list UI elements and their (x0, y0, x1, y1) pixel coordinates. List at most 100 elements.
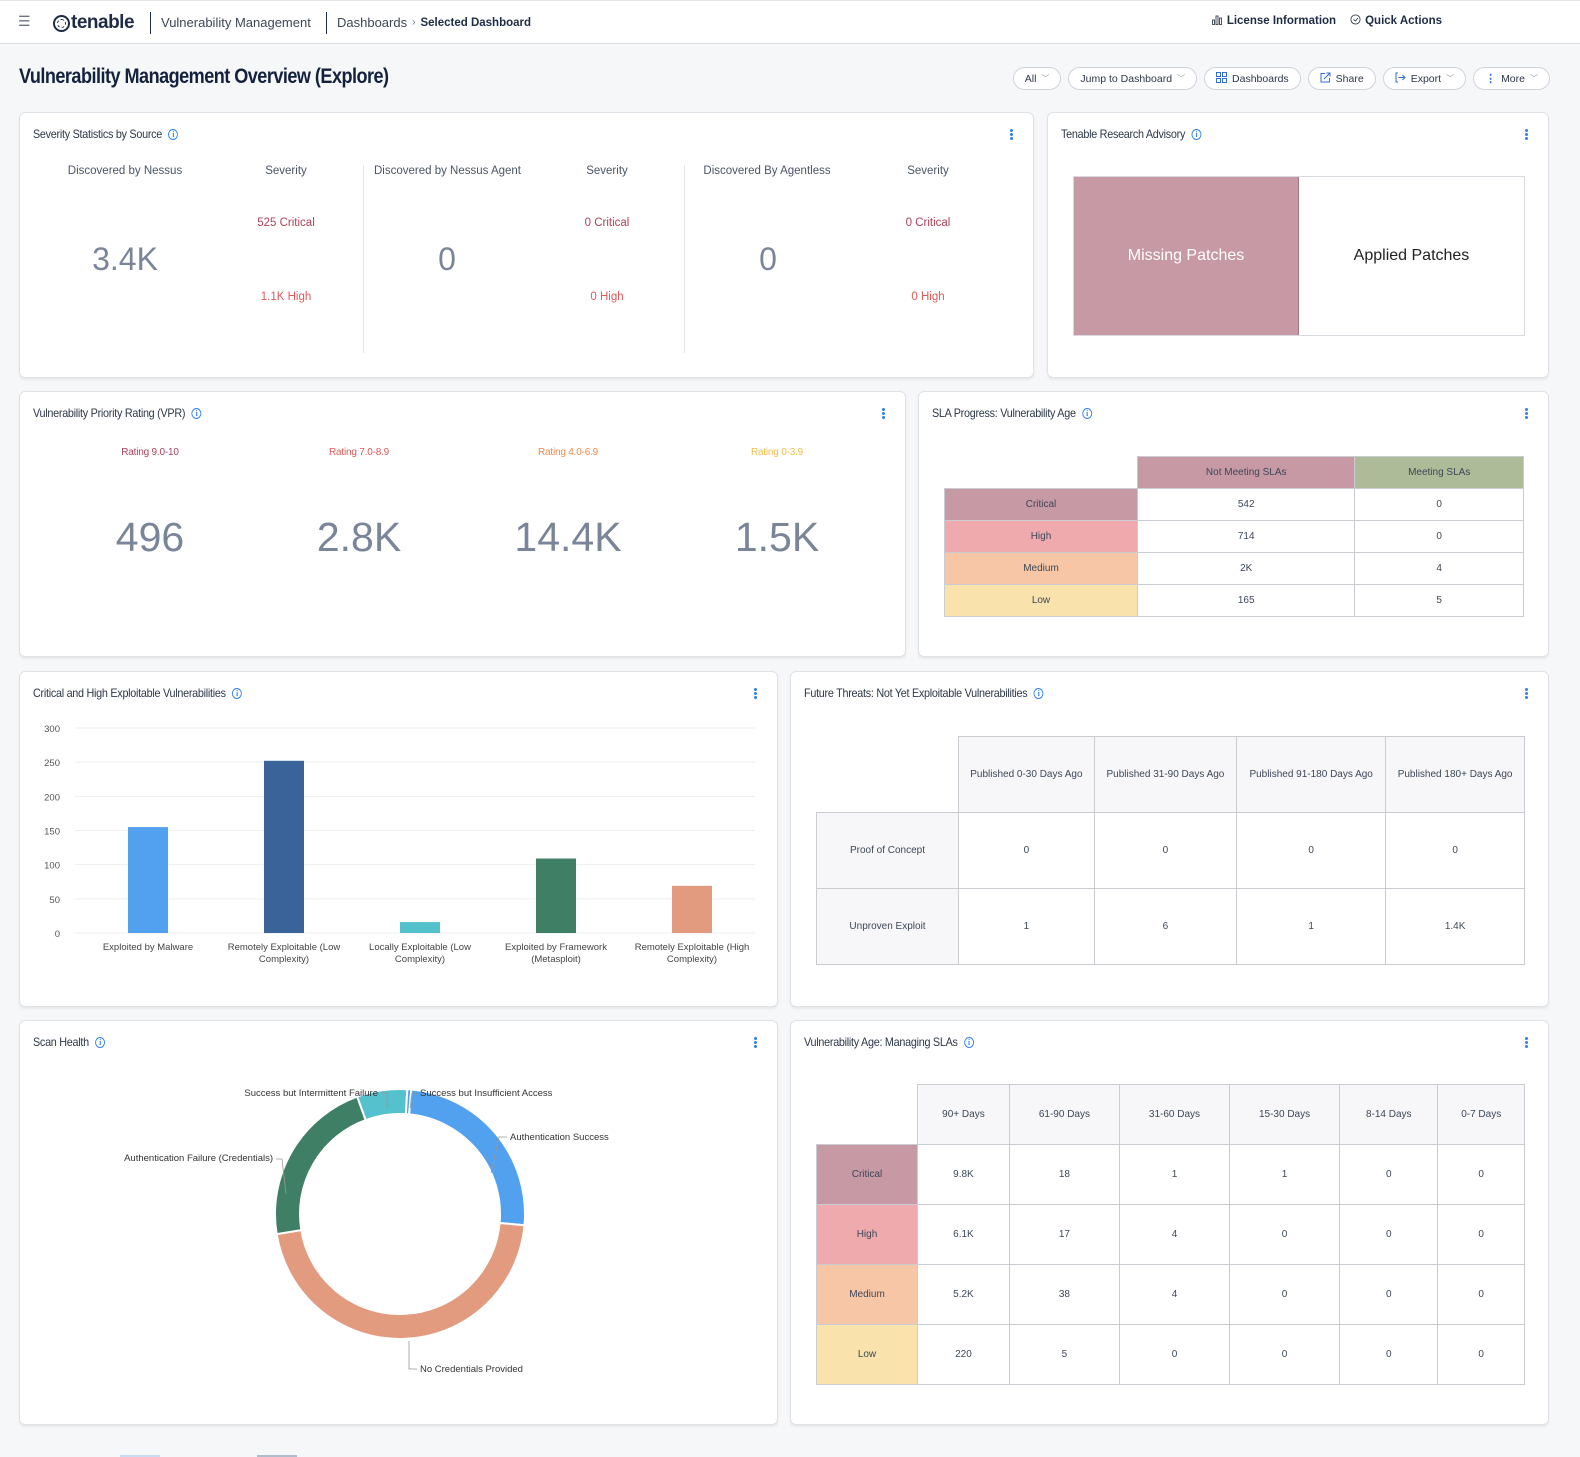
vpr-rating-value[interactable]: 1.5K (697, 514, 857, 561)
card-menu-icon[interactable] (754, 688, 757, 699)
donut-slice[interactable] (275, 1221, 526, 1340)
vpr-rating-value[interactable]: 496 (70, 514, 230, 561)
critical-count[interactable]: 0 Critical (878, 217, 978, 229)
table-cell[interactable]: 1 (1236, 888, 1387, 965)
table-cell[interactable]: 0 (1339, 1264, 1439, 1325)
row-label: High (944, 520, 1138, 553)
table-cell[interactable]: 0 (1437, 1144, 1525, 1205)
table-cell[interactable]: 0 (1437, 1324, 1525, 1385)
bar[interactable] (128, 827, 168, 933)
table-cell[interactable]: 0 (1229, 1204, 1341, 1265)
table-cell[interactable]: 4 (1118, 1204, 1231, 1265)
table-cell[interactable]: 2K (1136, 552, 1356, 585)
bar[interactable] (400, 922, 440, 933)
high-count[interactable]: 0 High (878, 291, 978, 303)
bar[interactable] (672, 885, 712, 933)
app-name[interactable]: Vulnerability Management (161, 15, 311, 30)
table-cell[interactable]: 5 (1008, 1324, 1120, 1385)
column-header: 8-14 Days (1339, 1084, 1439, 1145)
table-cell[interactable]: 18 (1008, 1144, 1120, 1205)
info-icon[interactable]: i (963, 1036, 974, 1048)
table-cell[interactable]: 1 (958, 888, 1095, 965)
filter-all-dropdown[interactable]: All ﹀ (1012, 67, 1062, 90)
table-cell[interactable]: 0 (1437, 1204, 1525, 1265)
table-cell[interactable]: 0 (1093, 812, 1238, 889)
quick-actions-label: Quick Actions (1365, 15, 1442, 27)
bar[interactable] (264, 760, 304, 933)
table-cell[interactable]: 0 (1385, 812, 1525, 889)
table-cell[interactable]: 0 (1339, 1144, 1439, 1205)
info-icon[interactable]: i (191, 407, 202, 419)
bar[interactable] (536, 858, 576, 933)
source-total[interactable]: 0 (718, 241, 818, 278)
table-cell[interactable]: 0 (1229, 1264, 1341, 1325)
table-cell[interactable]: 0 (1354, 488, 1524, 521)
info-icon[interactable]: i (95, 1036, 106, 1048)
breadcrumb-dashboards[interactable]: Dashboards (337, 15, 407, 30)
hamburger-icon[interactable]: ☰ (18, 14, 31, 28)
more-dropdown[interactable]: ⋮ More ﹀ (1473, 67, 1550, 90)
jump-to-dashboard-dropdown[interactable]: Jump to Dashboard ﹀ (1068, 67, 1198, 90)
vpr-rating-value[interactable]: 2.8K (279, 514, 439, 561)
table-cell[interactable]: 5 (1354, 584, 1524, 617)
applied-patches-cell[interactable]: Applied Patches (1299, 177, 1524, 335)
card-menu-icon[interactable] (1525, 129, 1528, 140)
export-dropdown[interactable]: Export ﹀ (1382, 67, 1467, 90)
info-icon[interactable]: i (1082, 407, 1092, 419)
donut-slice[interactable] (407, 1088, 526, 1227)
card-menu-icon[interactable] (1525, 408, 1528, 419)
info-icon[interactable]: i (1033, 687, 1044, 699)
table-cell[interactable]: 0 (1339, 1204, 1439, 1265)
table-cell[interactable]: 0 (1236, 812, 1387, 889)
table-cell[interactable]: 9.8K (917, 1144, 1010, 1205)
source-total[interactable]: 0 (397, 241, 497, 278)
table-cell[interactable]: 38 (1008, 1264, 1120, 1325)
card-menu-icon[interactable] (754, 1037, 757, 1048)
table-cell[interactable]: 0 (1339, 1324, 1439, 1385)
chevron-down-icon: ﹀ (1530, 74, 1538, 83)
table-cell[interactable]: 542 (1136, 488, 1356, 521)
table-cell[interactable]: 0 (1437, 1264, 1525, 1325)
table-cell[interactable]: 0 (1229, 1324, 1341, 1385)
card-menu-icon[interactable] (1525, 1037, 1528, 1048)
critical-count[interactable]: 0 Critical (557, 217, 657, 229)
table-cell[interactable]: 4 (1354, 552, 1524, 585)
table-cell[interactable]: 6.1K (917, 1204, 1010, 1265)
license-information-link[interactable]: License Information (1211, 14, 1336, 28)
x-tick-label: Exploited by Framework (Metasploit) (505, 942, 607, 965)
high-count[interactable]: 1.1K High (236, 291, 336, 303)
quick-actions-link[interactable]: Quick Actions (1350, 14, 1442, 28)
table-row: Medium 2K 4 (944, 552, 1524, 585)
card-menu-icon[interactable] (1010, 129, 1013, 140)
table-cell[interactable]: 0 (958, 812, 1095, 889)
x-tick-label: Locally Exploitable (Low Complexity) (369, 942, 471, 965)
dashboards-button[interactable]: Dashboards (1204, 67, 1301, 90)
source-total[interactable]: 3.4K (75, 241, 175, 278)
y-tick-label: 0 (55, 929, 60, 940)
info-icon[interactable]: i (168, 128, 179, 140)
table-cell[interactable]: 1 (1229, 1144, 1341, 1205)
table-cell[interactable]: 714 (1136, 520, 1356, 553)
card-menu-icon[interactable] (882, 408, 885, 419)
table-cell[interactable]: 6 (1093, 888, 1238, 965)
table-cell[interactable]: 0 (1118, 1324, 1231, 1385)
table-cell[interactable]: 1 (1118, 1144, 1231, 1205)
table-cell[interactable]: 1.4K (1385, 888, 1525, 965)
donut-slice[interactable] (274, 1095, 368, 1236)
info-icon[interactable]: i (1191, 128, 1202, 140)
table-cell[interactable]: 4 (1118, 1264, 1231, 1325)
critical-count[interactable]: 525 Critical (236, 217, 336, 229)
table-cell[interactable]: 5.2K (917, 1264, 1010, 1325)
table-cell[interactable]: 17 (1008, 1204, 1120, 1265)
table-cell[interactable]: 0 (1354, 520, 1524, 553)
missing-patches-cell[interactable]: Missing Patches (1074, 177, 1299, 335)
high-count[interactable]: 0 High (557, 291, 657, 303)
share-button[interactable]: Share (1307, 67, 1376, 90)
card-menu-icon[interactable] (1525, 688, 1528, 699)
table-cell[interactable]: 220 (917, 1324, 1010, 1385)
tenable-logo[interactable]: tenable (53, 11, 135, 35)
patch-matrix: Missing Patches Applied Patches (1073, 176, 1525, 336)
vpr-rating-value[interactable]: 14.4K (488, 514, 648, 561)
info-icon[interactable]: i (232, 687, 242, 699)
table-cell[interactable]: 165 (1136, 584, 1356, 617)
